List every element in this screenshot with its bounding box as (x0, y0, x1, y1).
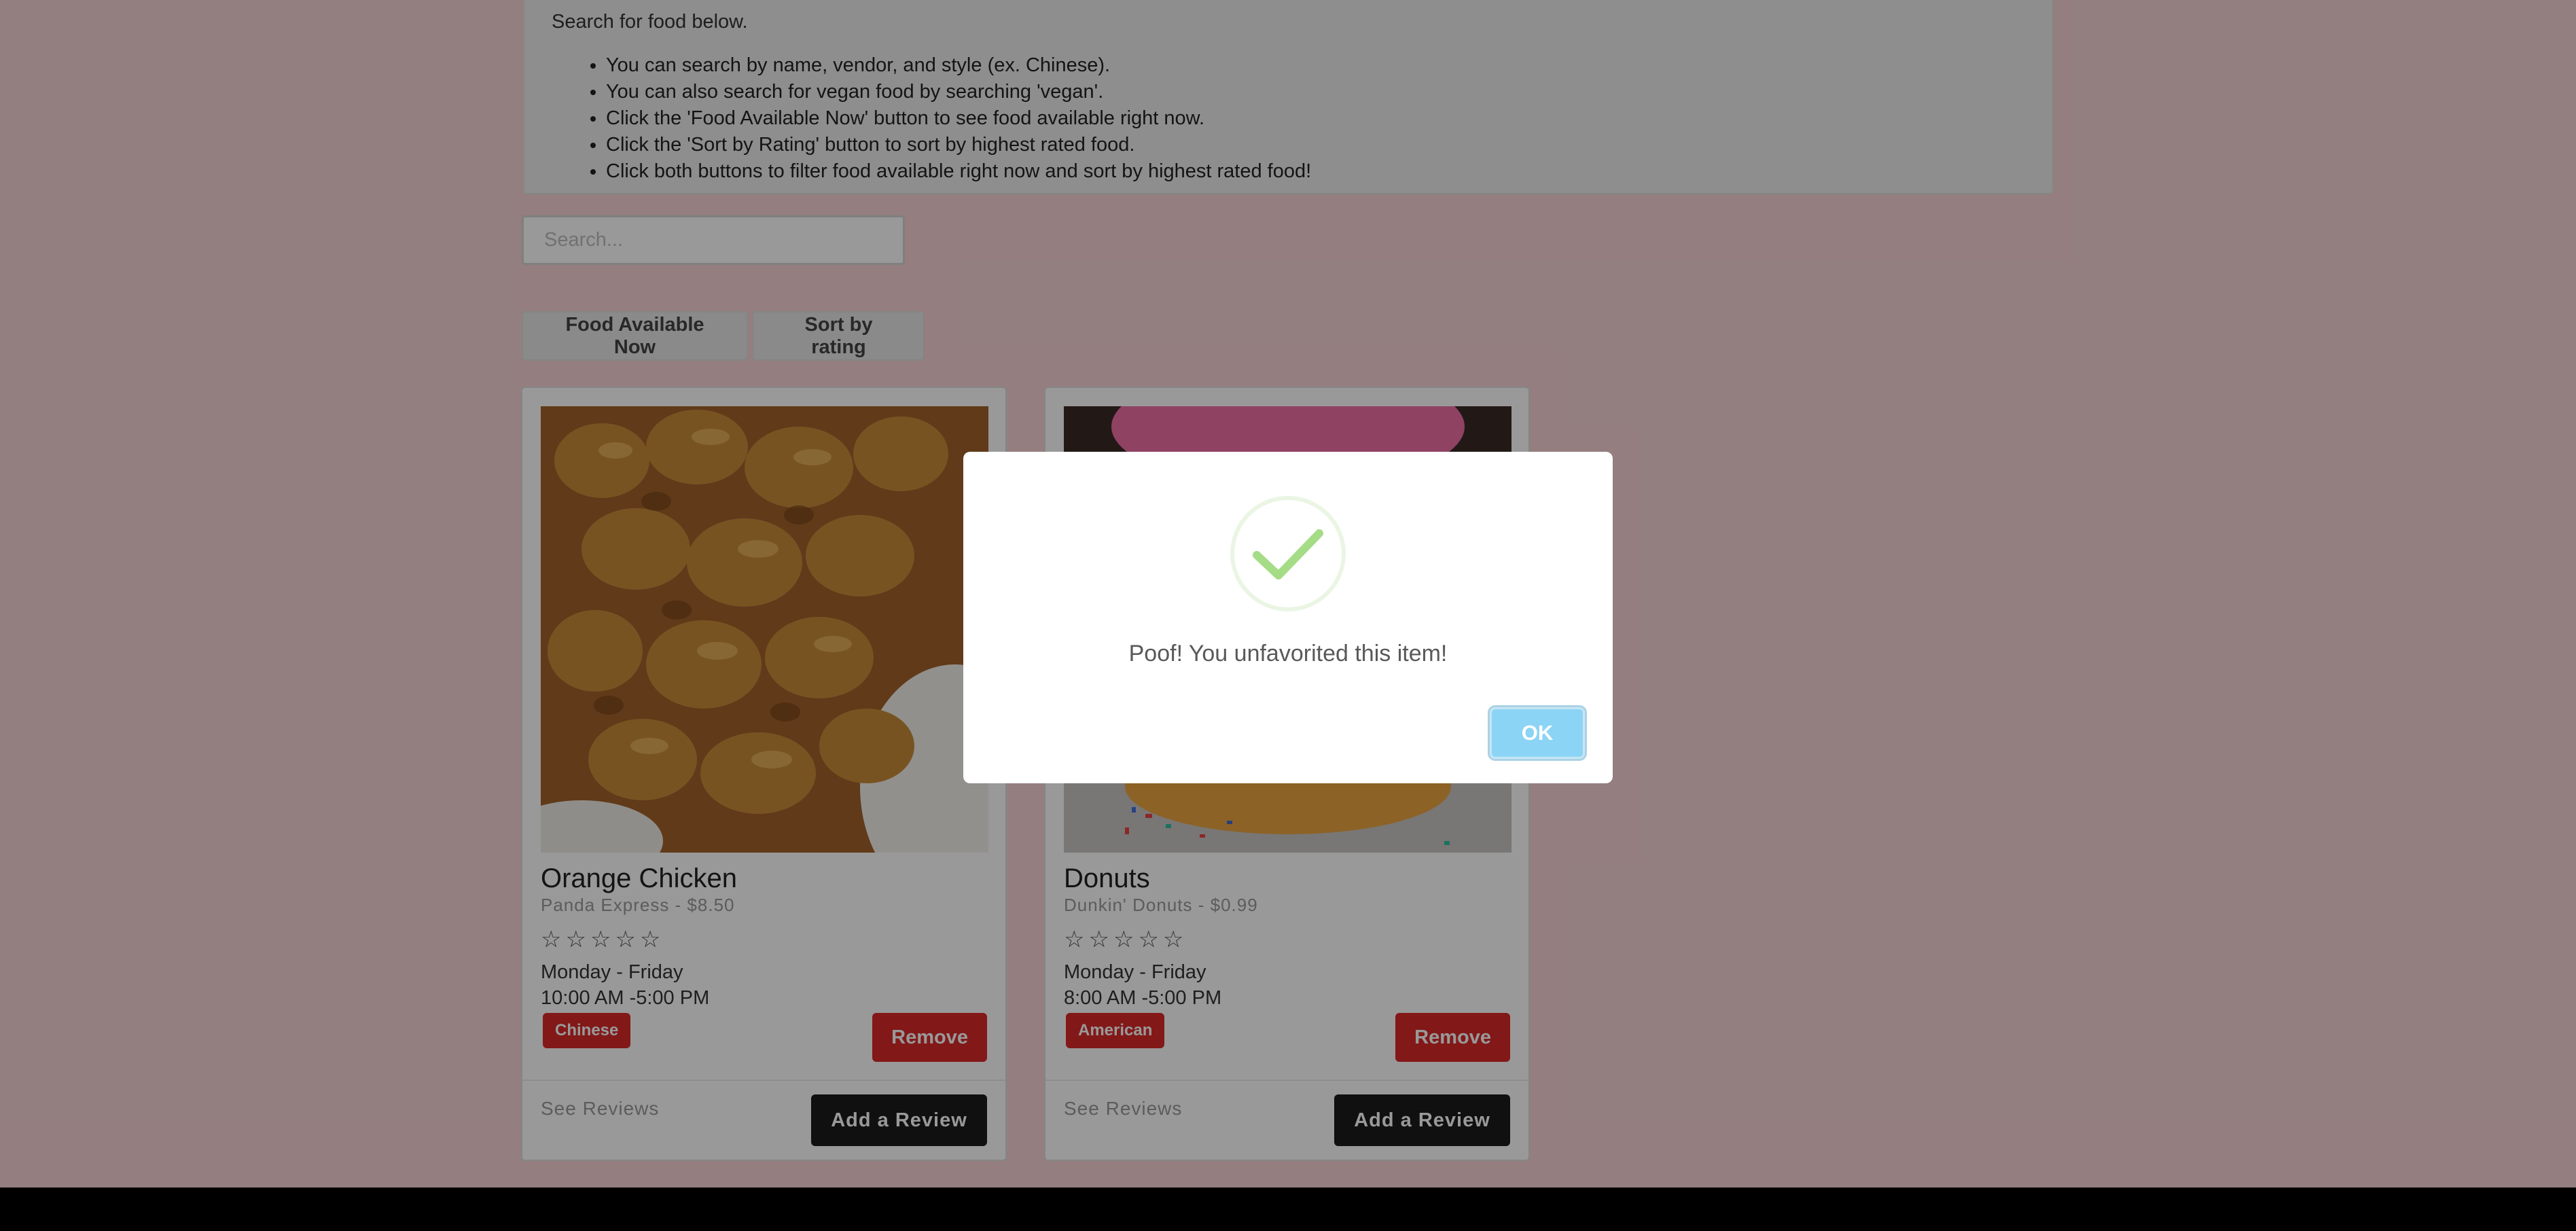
success-modal: Poof! You unfavorited this item! OK (963, 452, 1613, 783)
success-check-icon (1230, 495, 1346, 612)
ok-button[interactable]: OK (1490, 707, 1585, 759)
modal-message: Poof! You unfavorited this item! (1128, 641, 1448, 666)
